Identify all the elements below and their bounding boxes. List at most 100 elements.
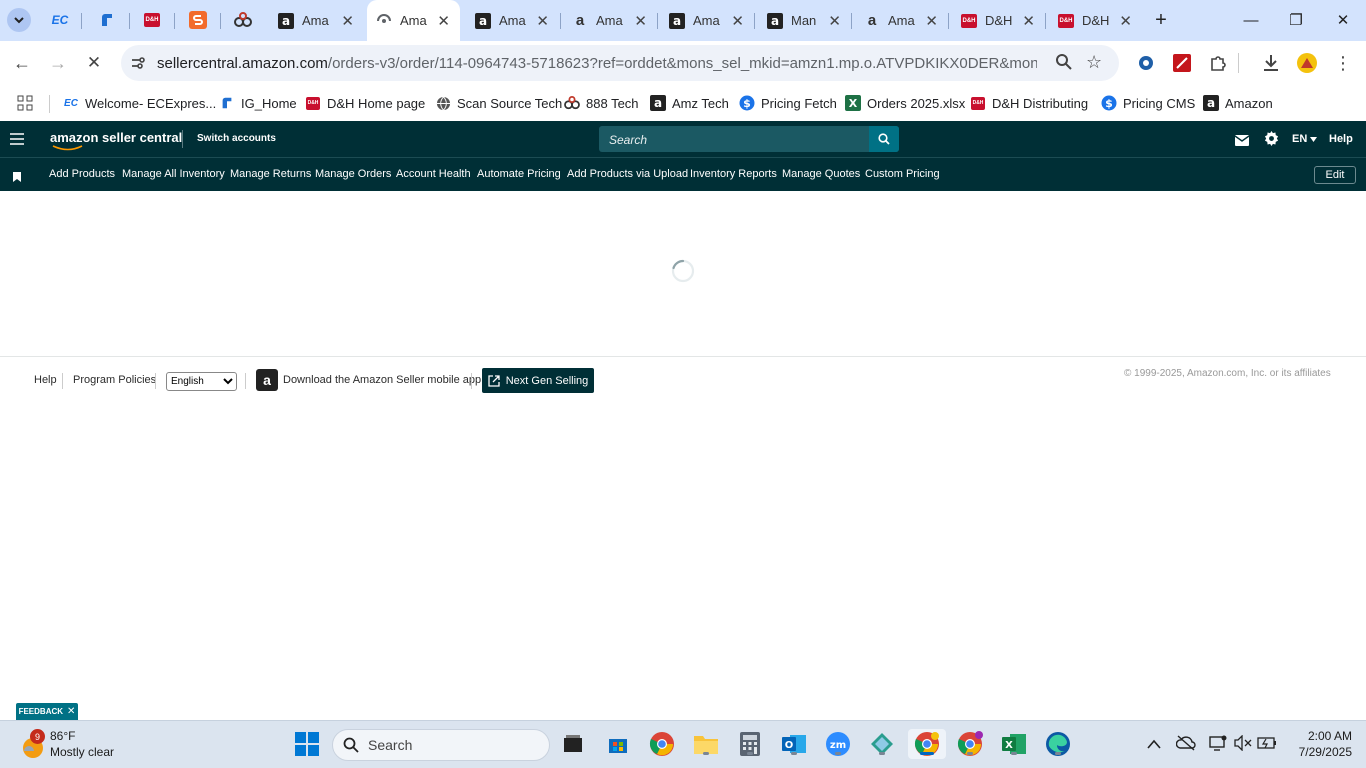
pdf-extension-icon[interactable] bbox=[1171, 52, 1193, 74]
tab-search-button[interactable] bbox=[7, 8, 31, 32]
tab-amazon-6[interactable]: a Man ✕ bbox=[755, 0, 851, 41]
forward-button[interactable]: → bbox=[46, 51, 70, 75]
close-tab-icon[interactable]: ✕ bbox=[1119, 12, 1132, 30]
nav-manage-returns[interactable]: Manage Returns bbox=[230, 168, 311, 180]
restore-button[interactable]: ❐ bbox=[1281, 8, 1311, 32]
pinned-tab-ig[interactable] bbox=[95, 8, 119, 32]
tab-amazon-4[interactable]: a Ama ✕ bbox=[561, 0, 657, 41]
pinned-tab-ec[interactable]: EC bbox=[48, 8, 72, 32]
calculator-app[interactable] bbox=[735, 729, 765, 759]
minimize-button[interactable]: — bbox=[1236, 8, 1266, 32]
windows-start-button[interactable] bbox=[292, 729, 322, 759]
volume-muted-icon[interactable] bbox=[1234, 734, 1252, 756]
profile-avatar[interactable] bbox=[1296, 52, 1318, 74]
tab-dh-1[interactable]: D&H D&H ✕ bbox=[949, 0, 1045, 41]
download-icon[interactable] bbox=[1260, 52, 1282, 74]
nav-account-health[interactable]: Account Health bbox=[396, 168, 471, 180]
hamburger-menu-icon[interactable] bbox=[10, 132, 24, 150]
bookmark-amazon[interactable]: a Amazon bbox=[1203, 92, 1273, 114]
bookmark-flag-icon[interactable] bbox=[13, 169, 21, 187]
onedrive-offline-icon[interactable] bbox=[1175, 735, 1196, 756]
nav-manage-all-inventory[interactable]: Manage All Inventory bbox=[122, 168, 225, 180]
mail-icon[interactable] bbox=[1234, 133, 1250, 151]
extension-1-icon[interactable] bbox=[1135, 52, 1157, 74]
seller-central-logo[interactable]: amazon seller central bbox=[50, 130, 182, 151]
footer-program-policies-link[interactable]: Program Policies bbox=[73, 374, 156, 386]
bookmark-orders-xlsx[interactable]: X Orders 2025.xlsx bbox=[845, 92, 965, 114]
close-tab-icon[interactable]: ✕ bbox=[828, 12, 841, 30]
tab-amazon-7[interactable]: a Ama ✕ bbox=[852, 0, 948, 41]
settings-gear-icon[interactable] bbox=[1264, 131, 1279, 151]
language-selector[interactable]: EN bbox=[1292, 133, 1318, 145]
chrome-app-1[interactable] bbox=[647, 729, 677, 759]
tab-amazon-1[interactable]: a Ama ✕ bbox=[268, 0, 364, 41]
bookmark-888-tech[interactable]: 888 Tech bbox=[564, 92, 639, 114]
seller-search-input[interactable] bbox=[607, 126, 861, 154]
pinned-tab-s[interactable] bbox=[186, 8, 210, 32]
seller-search-button[interactable] bbox=[869, 126, 899, 152]
tab-amazon-5[interactable]: a Ama ✕ bbox=[658, 0, 754, 41]
bookmark-ecexpress[interactable]: EC Welcome- ECExpres... bbox=[63, 92, 216, 114]
close-tab-icon[interactable]: ✕ bbox=[1022, 12, 1035, 30]
tab-amazon-active[interactable]: Ama ✕ bbox=[367, 0, 460, 41]
task-view-button[interactable] bbox=[558, 729, 588, 759]
close-tab-icon[interactable]: ✕ bbox=[634, 12, 647, 30]
amazon-seller-app-icon[interactable]: a bbox=[256, 369, 278, 391]
feedback-tab[interactable]: FEEDBACK ✕ bbox=[16, 703, 78, 720]
microsoft-store-app[interactable] bbox=[603, 729, 633, 759]
taskbar-search-box[interactable]: Search bbox=[332, 729, 550, 761]
apps-grid-button[interactable] bbox=[17, 92, 33, 114]
nav-add-products-upload[interactable]: Add Products via Upload bbox=[567, 168, 688, 180]
network-icon[interactable] bbox=[1209, 735, 1227, 756]
address-bar[interactable]: sellercentral.amazon.com/orders-v3/order… bbox=[121, 45, 1119, 81]
nav-add-products[interactable]: Add Products bbox=[49, 168, 115, 180]
stop-loading-button[interactable]: ✕ bbox=[82, 51, 106, 75]
close-tab-icon[interactable]: ✕ bbox=[536, 12, 549, 30]
extensions-puzzle-icon[interactable] bbox=[1207, 52, 1229, 74]
menu-kebab-icon[interactable]: ⋮ bbox=[1332, 52, 1354, 74]
nav-inventory-reports[interactable]: Inventory Reports bbox=[690, 168, 777, 180]
new-tab-button[interactable]: + bbox=[1146, 8, 1176, 32]
diamond-app[interactable] bbox=[867, 729, 897, 759]
footer-help-link[interactable]: Help bbox=[34, 374, 57, 386]
close-window-button[interactable]: ✕ bbox=[1328, 8, 1358, 32]
weather-widget[interactable]: 9 86°F Mostly clear bbox=[16, 729, 146, 763]
zoom-icon[interactable] bbox=[1055, 53, 1073, 76]
file-explorer-app[interactable] bbox=[691, 729, 721, 759]
switch-accounts-link[interactable]: Switch accounts bbox=[197, 133, 276, 144]
bookmark-pricing-cms[interactable]: $ Pricing CMS bbox=[1101, 92, 1195, 114]
back-button[interactable]: ← bbox=[10, 51, 34, 75]
bookmark-ig-home[interactable]: IG_Home bbox=[219, 92, 297, 114]
excel-app[interactable]: X bbox=[999, 729, 1029, 759]
edge-app[interactable] bbox=[1043, 729, 1073, 759]
battery-icon[interactable] bbox=[1257, 736, 1277, 755]
close-tab-icon[interactable]: ✕ bbox=[341, 12, 354, 30]
nav-manage-orders[interactable]: Manage Orders bbox=[315, 168, 391, 180]
zoom-app[interactable]: zm bbox=[823, 729, 853, 759]
edit-nav-button[interactable]: Edit bbox=[1314, 166, 1356, 184]
clock[interactable]: 2:00 AM 7/29/2025 bbox=[1286, 729, 1352, 759]
close-tab-icon[interactable]: ✕ bbox=[731, 12, 744, 30]
bookmark-star-icon[interactable]: ☆ bbox=[1086, 52, 1102, 73]
bookmark-dh-home[interactable]: D&H D&H Home page bbox=[305, 92, 425, 114]
tray-overflow-icon[interactable] bbox=[1147, 736, 1161, 754]
footer-language-select[interactable]: English bbox=[166, 372, 237, 391]
tab-dh-2[interactable]: D&H D&H ✕ bbox=[1046, 0, 1142, 41]
close-icon[interactable]: ✕ bbox=[67, 706, 75, 717]
help-link[interactable]: Help bbox=[1329, 133, 1353, 145]
bookmark-scan-source[interactable]: Scan Source Tech bbox=[435, 92, 562, 114]
chrome-app-profile[interactable] bbox=[955, 729, 985, 759]
pinned-tab-888[interactable] bbox=[231, 8, 255, 32]
pinned-tab-dh[interactable]: D&H bbox=[140, 8, 164, 32]
nav-manage-quotes[interactable]: Manage Quotes bbox=[782, 168, 860, 180]
close-tab-icon[interactable]: ✕ bbox=[437, 12, 450, 30]
bookmark-amz-tech[interactable]: a Amz Tech bbox=[650, 92, 729, 114]
outlook-app[interactable]: O bbox=[779, 729, 809, 759]
nav-custom-pricing[interactable]: Custom Pricing bbox=[865, 168, 940, 180]
bookmark-pricing-fetch[interactable]: $ Pricing Fetch bbox=[739, 92, 837, 114]
tab-amazon-3[interactable]: a Ama ✕ bbox=[463, 0, 559, 41]
bookmark-dh-distributing[interactable]: D&H D&H Distributing bbox=[970, 92, 1088, 114]
site-settings-icon[interactable] bbox=[129, 54, 147, 77]
chrome-app-active[interactable] bbox=[908, 729, 946, 759]
close-tab-icon[interactable]: ✕ bbox=[925, 12, 938, 30]
